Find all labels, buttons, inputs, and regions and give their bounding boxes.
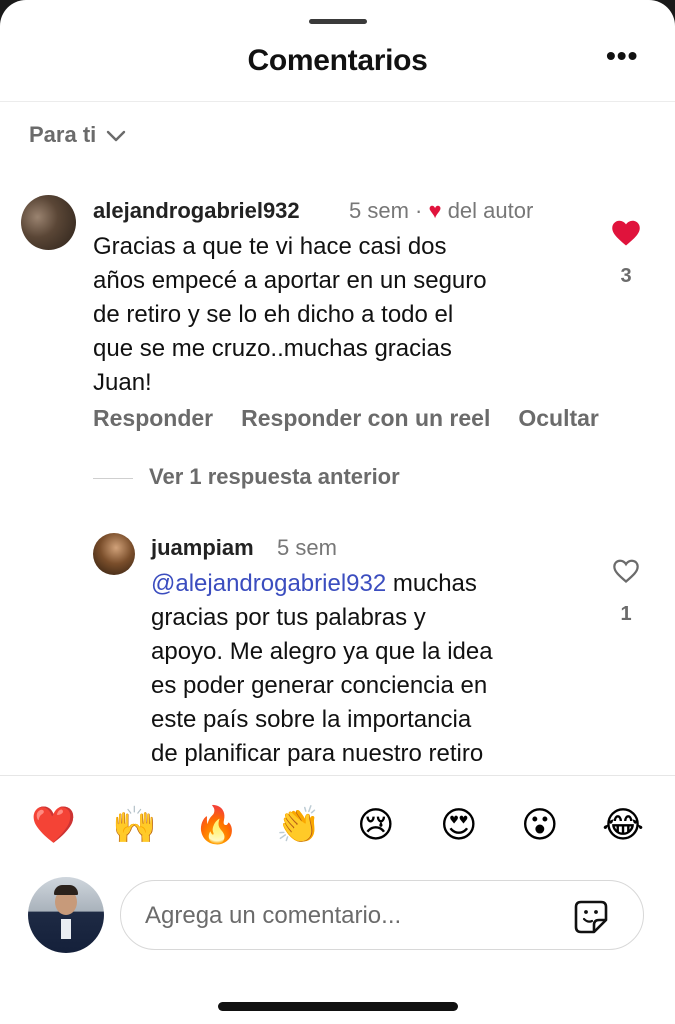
comment-meta: 5 sem · ♥ del autor: [349, 198, 533, 224]
current-user-avatar: [28, 877, 104, 953]
sticker-icon[interactable]: [572, 898, 610, 936]
comment-line: Juan!: [93, 369, 152, 396]
reply-with-reel-button[interactable]: Responder con un reel: [241, 405, 490, 432]
reply-line: @alejandrogabriel932 muchas: [151, 570, 477, 597]
comment-input-container[interactable]: [120, 880, 644, 950]
comments-sheet: Comentarios ••• Para ti alejandrogabriel…: [0, 0, 675, 1024]
reply-line: gracias por tus palabras y: [151, 604, 426, 631]
comment-input[interactable]: [143, 899, 547, 933]
comment-time: 5 sem: [349, 198, 409, 223]
comment-like-count: 3: [620, 265, 632, 287]
page-title: Comentarios: [247, 44, 428, 77]
author-like-label: del autor: [447, 198, 534, 223]
comment-like-button[interactable]: [611, 219, 641, 252]
view-previous-replies-button[interactable]: Ver 1 respuesta anterior: [149, 464, 400, 490]
composer-panel: ❤️ 🙌 🔥 👏 😢 😍 😮 😂: [0, 775, 675, 1024]
comment-username[interactable]: alejandrogabriel932: [93, 198, 300, 224]
reply-text: @alejandrogabriel932 muchas gracias por …: [151, 567, 493, 771]
laughing-face-reaction[interactable]: 😂: [602, 802, 644, 848]
red-heart-reaction[interactable]: ❤️: [31, 802, 76, 848]
meta-separator: ·: [415, 198, 423, 223]
reply-line: apoyo. Me alegro ya que la idea: [151, 638, 493, 665]
comment-line: años empecé a aportar en un seguro: [93, 267, 487, 294]
chevron-down-icon: [107, 130, 126, 142]
comment-line: Gracias a que te vi hace casi dos: [93, 233, 447, 260]
sheet-grabber[interactable]: [309, 19, 367, 24]
comment-line: que se me cruzo..muchas gracias: [93, 335, 452, 362]
reply-username[interactable]: juampiam: [151, 535, 254, 561]
heart-outline-icon: [613, 559, 639, 583]
heart-icon: ♥: [428, 198, 442, 223]
reply-like-button[interactable]: [612, 558, 640, 589]
comment-text: Gracias a que te vi hace casi dos años e…: [93, 230, 487, 400]
mention-link[interactable]: @alejandrogabriel932: [151, 570, 386, 597]
header-divider: [0, 101, 675, 102]
reply-time: 5 sem: [277, 535, 337, 560]
comment-line: de retiro y se lo eh dicho a todo el: [93, 301, 454, 328]
reply-like-count: 1: [620, 603, 632, 625]
clapping-hands-reaction[interactable]: 👏: [276, 802, 321, 848]
heart-filled-icon: [612, 220, 640, 246]
heart-eyes-reaction[interactable]: 😍: [440, 802, 478, 848]
surprised-face-reaction[interactable]: 😮: [521, 802, 559, 848]
reaction-bar: ❤️ 🙌 🔥 👏 😢 😍 😮 😂: [0, 802, 675, 852]
fire-reaction[interactable]: 🔥: [194, 802, 239, 848]
sort-filter-label: Para ti: [29, 122, 97, 147]
reply-line: es poder generar conciencia en: [151, 672, 488, 699]
crying-face-reaction[interactable]: 😢: [357, 802, 395, 848]
home-indicator: [218, 1002, 458, 1011]
raising-hands-reaction[interactable]: 🙌: [112, 802, 157, 848]
hide-button[interactable]: Ocultar: [518, 405, 599, 432]
reply-line: de planificar para nuestro retiro: [151, 740, 484, 767]
more-options-button[interactable]: •••: [606, 40, 638, 72]
avatar[interactable]: [93, 533, 135, 575]
comment-actions: Responder Responder con un reel Ocultar: [93, 405, 599, 432]
sort-filter-dropdown[interactable]: Para ti: [29, 122, 126, 148]
reply-button[interactable]: Responder: [93, 405, 213, 432]
replies-divider: [93, 478, 133, 479]
reply-line: este país sobre la importancia: [151, 706, 472, 733]
avatar[interactable]: [21, 195, 76, 250]
